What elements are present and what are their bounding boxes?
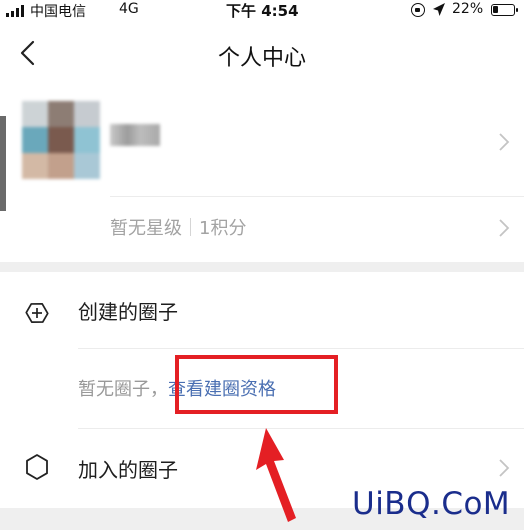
username-obscured [110,124,160,146]
plus-circle-icon [25,303,49,323]
chevron-right-icon [499,219,510,237]
joined-circles-label[interactable]: 加入的圈子 [78,454,178,483]
annotation-highlight-box [175,355,338,414]
chevron-right-icon [499,133,510,151]
chevron-right-icon [499,459,510,477]
carrier-name: 中国电信 [30,4,86,20]
avatar[interactable] [22,101,100,179]
level-points-row[interactable]: 暂无星级 1积分 [110,214,246,240]
signal-icon [6,5,24,17]
rotation-lock-icon [411,3,425,17]
separator [190,218,191,236]
star-level: 暂无星级 [110,218,182,239]
screen-edge [0,116,6,211]
location-icon [433,3,445,16]
hexagon-icon [26,454,48,480]
watermark: UiBQ.CoM [352,486,511,522]
battery-percent: 22% [452,1,484,17]
battery-icon [491,4,518,16]
empty-circles-text: 暂无圈子， [78,379,168,400]
status-bar: 中国电信 4G 下午 4:54 22% [0,0,524,22]
section-separator [0,262,524,272]
divider [78,348,524,349]
profile-card[interactable]: 暂无星级 1积分 [0,86,524,262]
network-type: 4G [119,1,139,17]
clock: 下午 4:54 [226,2,299,20]
arrow-icon [256,428,296,522]
page-title: 个人中心 [217,46,306,71]
points: 1积分 [199,218,247,239]
nav-bar: 个人中心 [0,22,524,86]
created-circles-label[interactable]: 创建的圈子 [78,296,178,325]
divider [110,196,524,197]
